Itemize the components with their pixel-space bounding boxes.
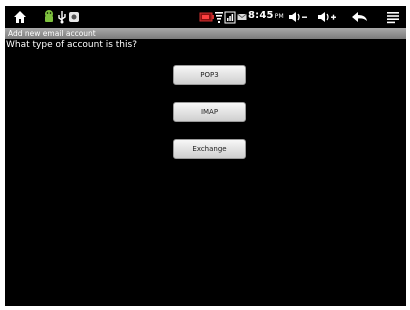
notification-icon bbox=[68, 9, 80, 25]
clock-time: 8:45 bbox=[248, 10, 274, 21]
menu-icon[interactable] bbox=[386, 9, 400, 25]
title-bar: Add new email account bbox=[5, 28, 406, 39]
back-icon[interactable] bbox=[351, 9, 369, 25]
status-bar: 8:45PM bbox=[5, 6, 406, 28]
wifi-icon bbox=[214, 9, 224, 25]
imap-button[interactable]: IMAP bbox=[173, 102, 246, 122]
device-frame: 8:45PM Add new email account What type o… bbox=[0, 0, 410, 310]
home-icon[interactable] bbox=[13, 9, 27, 25]
exchange-button[interactable]: Exchange bbox=[173, 139, 246, 159]
volume-up-icon[interactable] bbox=[317, 9, 337, 25]
volume-down-icon[interactable] bbox=[288, 9, 308, 25]
android-icon bbox=[43, 9, 55, 25]
usb-icon bbox=[57, 9, 67, 25]
battery-icon bbox=[199, 9, 215, 25]
screen: 8:45PM Add new email account What type o… bbox=[5, 6, 406, 306]
account-type-question: What type of account is this? bbox=[6, 40, 137, 50]
signal-icon bbox=[224, 9, 236, 25]
pop3-button[interactable]: POP3 bbox=[173, 65, 246, 85]
mail-icon bbox=[237, 9, 247, 25]
clock: 8:45PM bbox=[248, 10, 284, 24]
clock-ampm: PM bbox=[274, 13, 284, 20]
